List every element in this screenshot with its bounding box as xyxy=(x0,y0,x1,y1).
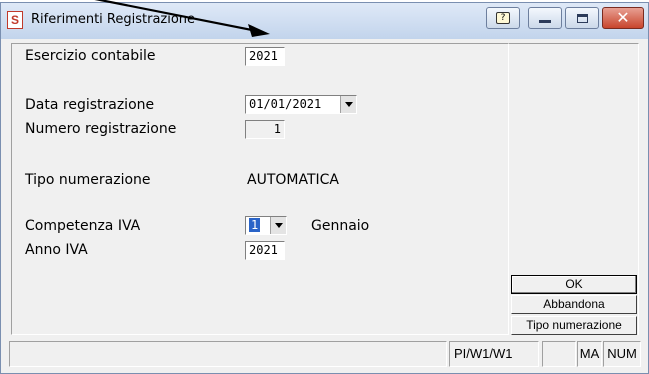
dropdown-arrow-button[interactable] xyxy=(340,96,356,113)
close-button[interactable]: ✕ xyxy=(602,7,644,29)
esercizio-label: Esercizio contabile xyxy=(25,48,156,64)
competenza-iva-value: 1 xyxy=(249,218,261,232)
data-registrazione-combo[interactable]: 01/01/2021 xyxy=(245,95,357,114)
dialog-window: S Riferimenti Registrazione ? ✕ Esercizi… xyxy=(0,2,649,374)
close-icon: ✕ xyxy=(616,8,630,27)
help-button[interactable]: ? xyxy=(486,7,520,29)
dropdown-arrow-button[interactable] xyxy=(270,217,286,234)
maximize-button[interactable] xyxy=(565,7,599,29)
status-ma: MA xyxy=(577,341,602,367)
competenza-month: Gennaio xyxy=(311,218,370,234)
ok-button[interactable]: OK xyxy=(511,275,637,294)
title-bar[interactable]: S Riferimenti Registrazione ? ✕ xyxy=(1,3,648,39)
status-bar: PI/W1/W1 MA NUM xyxy=(1,339,648,373)
numero-registrazione-field: 1 xyxy=(245,120,285,139)
minimize-button[interactable] xyxy=(528,7,562,29)
esercizio-input[interactable]: 2021 xyxy=(245,47,285,66)
help-icon: ? xyxy=(496,12,510,24)
form-panel xyxy=(11,43,509,335)
window-title: Riferimenti Registrazione xyxy=(31,12,196,27)
chevron-down-icon xyxy=(274,223,283,228)
data-registrazione-value: 01/01/2021 xyxy=(249,97,322,111)
tipo-numerazione-button[interactable]: Tipo numerazione xyxy=(511,316,637,335)
maximize-icon xyxy=(576,13,588,23)
chevron-down-icon xyxy=(344,102,353,107)
data-registrazione-label: Data registrazione xyxy=(25,97,155,113)
competenza-iva-label: Competenza IVA xyxy=(25,218,141,234)
abbandona-button[interactable]: Abbandona xyxy=(511,295,637,314)
app-icon: S xyxy=(7,11,23,29)
anno-iva-input[interactable]: 2021 xyxy=(245,241,285,260)
tipo-numerazione-label: Tipo numerazione xyxy=(25,172,151,188)
status-num: NUM xyxy=(603,341,641,367)
anno-iva-label: Anno IVA xyxy=(25,242,88,258)
tipo-numerazione-value: AUTOMATICA xyxy=(247,172,339,188)
numero-registrazione-label: Numero registrazione xyxy=(25,121,177,137)
competenza-iva-combo[interactable]: 1 xyxy=(245,216,287,235)
status-message xyxy=(9,341,447,367)
status-empty xyxy=(542,341,576,367)
minimize-icon xyxy=(539,19,551,23)
status-path: PI/W1/W1 xyxy=(449,341,539,367)
